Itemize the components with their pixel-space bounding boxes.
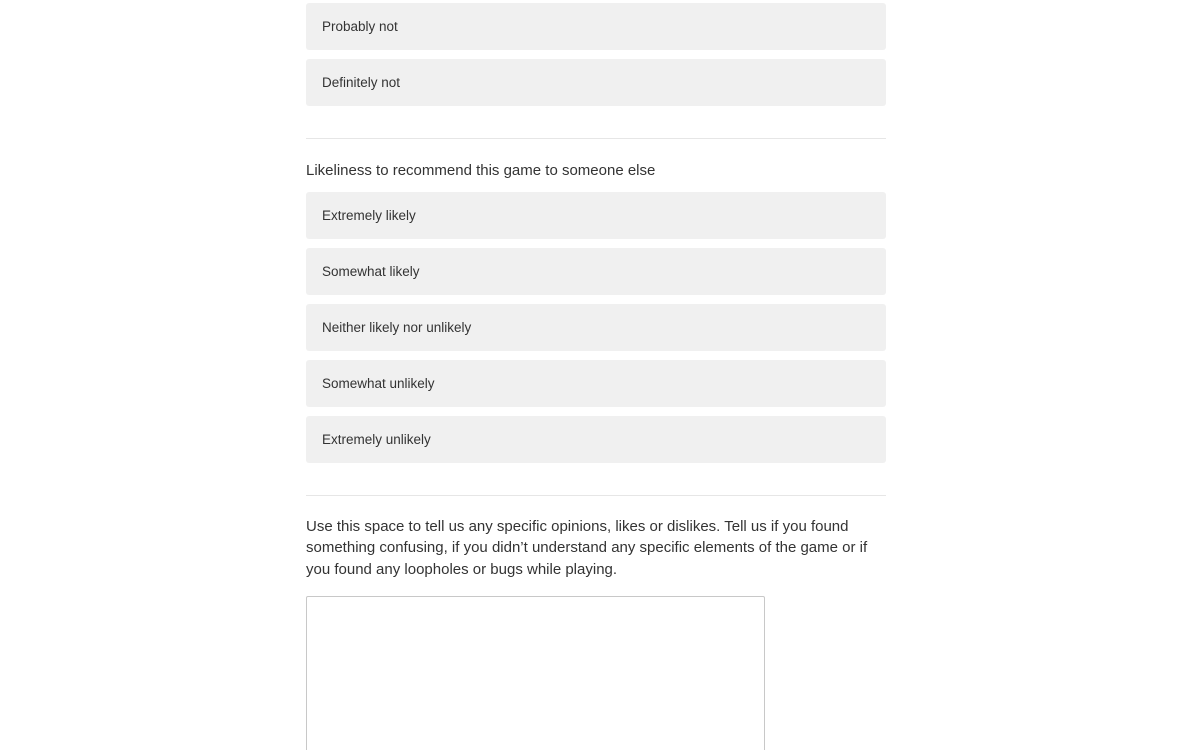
option-label: Neither likely nor unlikely xyxy=(322,319,472,335)
survey-page: Probably not Definitely not Likeliness t… xyxy=(0,0,1200,750)
option-neither-likely-nor-unlikely[interactable]: Neither likely nor unlikely xyxy=(306,303,886,351)
question-feedback-label: Use this space to tell us any specific o… xyxy=(306,517,868,578)
survey-column: Probably not Definitely not Likeliness t… xyxy=(306,0,886,750)
option-definitely-not[interactable]: Definitely not xyxy=(306,59,886,106)
option-extremely-unlikely[interactable]: Extremely unlikely xyxy=(306,415,886,463)
option-extremely-likely[interactable]: Extremely likely xyxy=(306,191,886,239)
option-label: Probably not xyxy=(322,19,398,34)
option-somewhat-likely[interactable]: Somewhat likely xyxy=(306,247,886,295)
option-label: Somewhat likely xyxy=(322,263,420,279)
option-somewhat-unlikely[interactable]: Somewhat unlikely xyxy=(306,359,886,407)
question-recommend-label: Likeliness to recommend this game to som… xyxy=(306,162,656,179)
option-label: Extremely likely xyxy=(322,207,416,223)
feedback-textarea[interactable] xyxy=(306,596,765,750)
option-label: Definitely not xyxy=(322,75,401,90)
option-label: Somewhat unlikely xyxy=(322,375,435,391)
option-probably-not[interactable]: Probably not xyxy=(306,3,886,50)
option-label: Extremely unlikely xyxy=(322,431,431,447)
